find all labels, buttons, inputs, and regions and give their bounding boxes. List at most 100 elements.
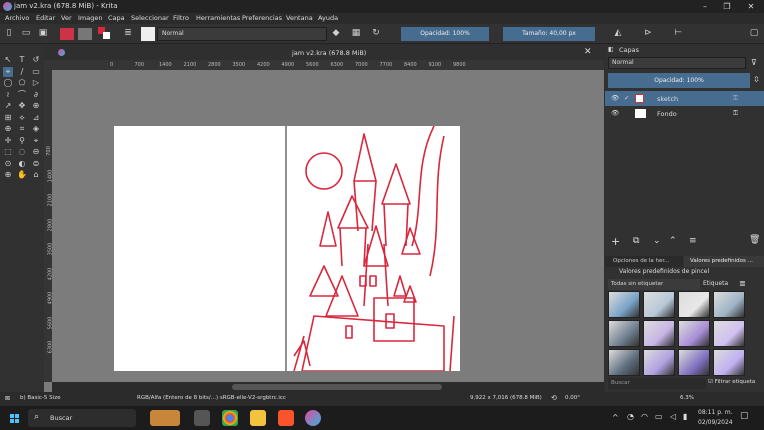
layer-row-sketch[interactable]: 👁 ✓ sketch ⚿ [605, 91, 764, 106]
delete-layer-icon[interactable]: 🗑 [749, 235, 760, 245]
rotate-icon[interactable]: ⟲ [551, 394, 557, 402]
layer-name-sketch[interactable]: sketch [657, 95, 678, 103]
bezier-tool-icon[interactable]: ≀ [3, 90, 13, 100]
polygonal-selection-icon[interactable]: ⊖ [31, 147, 41, 157]
edit-shapes-icon[interactable]: ⌖ [3, 66, 13, 77]
brush-preset-tile[interactable] [643, 320, 675, 347]
layer-name-fondo[interactable]: Fondo [657, 110, 677, 118]
tag-button[interactable]: Etiqueta [703, 280, 728, 287]
preset-search-input[interactable]: Buscar [608, 378, 706, 389]
news-widget-icon[interactable] [150, 410, 180, 426]
close-icon[interactable]: ✕ [740, 0, 762, 13]
pan-tool-icon[interactable]: ✋ [17, 170, 27, 180]
tray-display-icon[interactable]: ▭ [655, 412, 663, 421]
mirror-horizontal-icon[interactable]: ◭ [612, 27, 624, 39]
bezier-selection-icon[interactable]: ⊕ [3, 170, 13, 180]
similar-selection-icon[interactable]: ⊜ [31, 159, 41, 169]
brush-preset-icon[interactable] [141, 27, 155, 41]
text-tool-icon[interactable]: T [17, 55, 27, 65]
select-shapes-icon[interactable]: ↖ [3, 55, 13, 65]
wrap-around-icon[interactable]: ⊢ [672, 27, 684, 39]
move-layer-up-icon[interactable]: ⌃ [669, 236, 677, 246]
crop-tool-icon[interactable]: ⊞ [3, 113, 13, 123]
canvas-only-icon[interactable]: ▢ [748, 27, 760, 39]
opacity-slider[interactable]: Opacidad: 100% [401, 27, 489, 41]
taskbar-time[interactable]: 08:11 p. m. [698, 409, 733, 416]
brush-preset-tile[interactable] [608, 320, 640, 347]
brush-preset-tile[interactable] [713, 291, 745, 318]
background-color[interactable] [103, 32, 110, 39]
dynamic-brush-icon[interactable]: ∂ [31, 90, 41, 100]
tray-battery-icon[interactable]: ▮ [683, 412, 687, 421]
layer-blend-mode-select[interactable]: Normal [608, 57, 746, 69]
move-layer-down-icon[interactable]: ⌄ [653, 236, 661, 246]
calligraphy-icon[interactable]: ↺ [31, 55, 41, 65]
freehand-path-icon[interactable]: ⌒ [17, 90, 27, 100]
file-explorer-icon[interactable] [250, 410, 266, 426]
tray-volume-icon[interactable]: ◁ [670, 412, 676, 421]
polygon-tool-icon[interactable]: ⬠ [17, 78, 27, 88]
layer-opacity-slider[interactable]: Opacidad: 100% [608, 73, 750, 88]
preset-view-icon[interactable]: ≣ [739, 279, 746, 288]
smart-patch-icon[interactable]: ⚲ [17, 136, 27, 146]
colorize-tool-icon[interactable]: ⌖ [31, 136, 41, 146]
brush-preset-tile[interactable] [713, 349, 745, 376]
gradient-swatch[interactable] [78, 28, 92, 40]
menu-ventana[interactable]: Ventana [286, 14, 313, 22]
filter-icon[interactable]: ⊽ [751, 58, 757, 67]
task-view-icon[interactable] [194, 410, 210, 426]
size-slider[interactable]: Tamaño: 40,00 px [503, 27, 595, 41]
alpha-lock-icon[interactable]: ▦ [350, 27, 362, 39]
brush-preset-tile[interactable] [643, 349, 675, 376]
add-layer-icon[interactable]: + [611, 235, 620, 248]
layer-lock-icon[interactable]: ⚿ [733, 94, 738, 103]
tray-chevron-icon[interactable]: ^ [612, 413, 619, 422]
scrollbar-thumb[interactable] [232, 384, 442, 390]
menu-imagen[interactable]: Imagen [78, 14, 102, 22]
taskbar-date[interactable]: 02/09/2024 [698, 419, 733, 426]
ellipse-tool-icon[interactable]: ◯ [3, 78, 13, 88]
brush-preset-tile[interactable] [643, 291, 675, 318]
mirror-vertical-icon[interactable]: ⊳ [642, 27, 654, 39]
zoom-status[interactable]: 6.3% [680, 395, 694, 401]
visibility-eye-icon[interactable]: 👁 [611, 109, 619, 117]
brave-icon[interactable] [278, 410, 294, 426]
brush-preset-tile[interactable] [678, 349, 710, 376]
notifications-icon[interactable]: ▢ [740, 411, 749, 421]
document-tab[interactable]: jam v2.kra (678.8 MiB) [292, 49, 366, 57]
menu-preferencias[interactable]: Preferencias [242, 14, 282, 22]
krita-taskbar-icon[interactable] [305, 410, 321, 426]
open-document-icon[interactable]: ▭ [20, 27, 32, 39]
menu-ver[interactable]: Ver [61, 14, 72, 22]
taskbar-search[interactable]: ⌕ Buscar [28, 409, 136, 427]
filter-tag-checkbox[interactable]: ☑ Filtrar etiqueta [708, 379, 755, 385]
reference-tool-icon[interactable]: ✛ [3, 136, 13, 146]
rectangular-selection-icon[interactable]: ⬚ [3, 147, 13, 157]
layer-properties-icon[interactable]: ≡ [689, 236, 697, 246]
canvas-page[interactable] [114, 125, 460, 372]
eraser-icon[interactable]: ◆ [330, 27, 342, 39]
menu-editar[interactable]: Editar [36, 14, 55, 22]
assistant-tool-icon[interactable]: ⌗ [17, 124, 27, 134]
minimize-icon[interactable]: – [694, 0, 716, 13]
reload-icon[interactable]: ↻ [370, 27, 382, 39]
zoom-tool-icon[interactable]: ⌂ [31, 170, 41, 180]
save-icon[interactable]: ▣ [37, 27, 49, 39]
elliptical-selection-icon[interactable]: ◌ [17, 147, 27, 157]
contiguous-selection-icon[interactable]: ◐ [17, 159, 27, 169]
new-document-icon[interactable]: ▯ [3, 27, 15, 39]
menu-archivo[interactable]: Archivo [5, 14, 29, 22]
brush-settings-icon[interactable]: ≣ [122, 27, 134, 39]
tray-network-icon[interactable]: ◔ [627, 412, 634, 421]
duplicate-layer-icon[interactable]: ⧉ [633, 236, 639, 246]
chrome-icon[interactable] [222, 410, 238, 426]
windows-start-icon[interactable] [10, 414, 19, 423]
color-model-status[interactable]: RGB/Alfa (Entero de 8 bits/...) sRGB-ell… [137, 395, 286, 401]
tag-filter-select[interactable]: Todas sin etiquetar [608, 279, 700, 290]
brush-preset-tile[interactable] [678, 291, 710, 318]
layer-check-icon[interactable]: ✓ [624, 94, 629, 102]
menu-filtro[interactable]: Filtro [173, 14, 189, 22]
menu-capa[interactable]: Capa [108, 14, 125, 22]
move-tool-icon[interactable]: ⊕ [31, 101, 41, 111]
brush-status[interactable]: b) Basic-5 Size [20, 395, 60, 401]
